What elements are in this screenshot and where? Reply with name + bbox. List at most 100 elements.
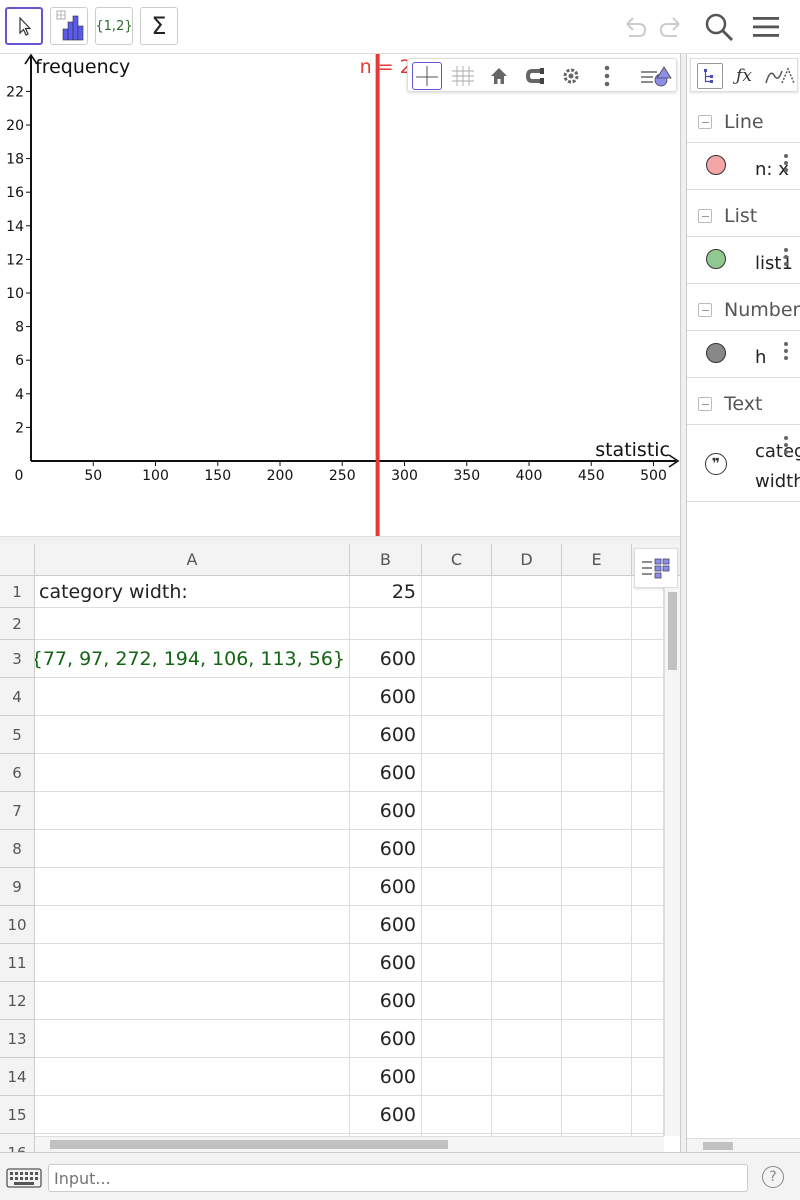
quote-icon[interactable]: ❞ xyxy=(705,453,727,475)
cell-b[interactable]: 600 xyxy=(350,1058,422,1096)
cell-empty[interactable] xyxy=(492,944,562,982)
row-header[interactable]: 2 xyxy=(0,608,35,640)
cell-empty[interactable] xyxy=(492,830,562,868)
cell-a[interactable] xyxy=(35,982,350,1020)
redo-button[interactable] xyxy=(655,10,689,44)
collapse-icon[interactable] xyxy=(698,303,712,317)
create-list-tool-button[interactable]: {1,2} xyxy=(95,7,133,45)
cell-empty[interactable] xyxy=(632,868,664,906)
auxiliary-objects-button[interactable] xyxy=(763,63,797,89)
sort-by-button[interactable] xyxy=(697,63,723,89)
cell-empty[interactable] xyxy=(562,830,632,868)
cell-b[interactable]: 600 xyxy=(350,792,422,830)
sum-tool-button[interactable]: Σ xyxy=(140,7,178,45)
column-header-c[interactable]: C xyxy=(422,544,492,576)
item-menu-button[interactable] xyxy=(783,435,789,459)
cell-empty[interactable] xyxy=(422,716,492,754)
cell-empty[interactable] xyxy=(632,678,664,716)
cell-empty[interactable] xyxy=(492,868,562,906)
graphics-view[interactable]: 0 50 100 150 200 250 300 350 400 450 500 2 4 6 8 10 12 14… xyxy=(0,54,680,536)
cell-empty[interactable] xyxy=(632,982,664,1020)
toggle-axes-button[interactable] xyxy=(412,62,442,90)
cell-empty[interactable] xyxy=(562,1058,632,1096)
algebra-item-line-n[interactable]: n: x xyxy=(687,142,800,190)
two-variable-regression-tool-button[interactable] xyxy=(50,7,88,45)
item-menu-button[interactable] xyxy=(783,247,789,271)
cell-a[interactable] xyxy=(35,830,350,868)
row-header[interactable]: 3 xyxy=(0,640,35,678)
cell-a[interactable] xyxy=(35,678,350,716)
algebra-description-button[interactable]: ƒx xyxy=(731,63,757,89)
cell-a[interactable] xyxy=(35,716,350,754)
cell-empty[interactable] xyxy=(562,792,632,830)
cell-empty[interactable] xyxy=(632,754,664,792)
cell-empty[interactable] xyxy=(632,1096,664,1134)
input-field[interactable] xyxy=(48,1164,748,1192)
collapse-icon[interactable] xyxy=(698,115,712,129)
undo-button[interactable] xyxy=(617,10,651,44)
cell-b[interactable]: 600 xyxy=(350,640,422,678)
sheet-vertical-scrollbar[interactable] xyxy=(664,588,680,1136)
cell-empty[interactable] xyxy=(562,944,632,982)
algebra-group-line[interactable]: Line xyxy=(687,102,800,142)
cell-a[interactable] xyxy=(35,1020,350,1058)
cell-empty[interactable] xyxy=(632,944,664,982)
column-header-e[interactable]: E xyxy=(562,544,632,576)
point-capturing-button[interactable] xyxy=(520,62,550,90)
cell-empty[interactable] xyxy=(422,576,492,608)
cell-empty[interactable] xyxy=(492,982,562,1020)
item-menu-button[interactable] xyxy=(783,153,789,177)
algebra-group-text[interactable]: Text xyxy=(687,384,800,424)
algebra-group-number[interactable]: Number xyxy=(687,290,800,330)
row-header[interactable]: 4 xyxy=(0,678,35,716)
cell-empty[interactable] xyxy=(422,830,492,868)
cell-empty[interactable] xyxy=(632,1058,664,1096)
cell-empty[interactable] xyxy=(422,792,492,830)
cell-empty[interactable] xyxy=(422,906,492,944)
visibility-marble-icon[interactable] xyxy=(706,249,726,269)
cell-empty[interactable] xyxy=(562,906,632,944)
collapse-icon[interactable] xyxy=(698,209,712,223)
cell-empty[interactable] xyxy=(492,1096,562,1134)
cell-b[interactable]: 600 xyxy=(350,1020,422,1058)
cell-b[interactable]: 600 xyxy=(350,982,422,1020)
cell-a[interactable] xyxy=(35,868,350,906)
cell-a[interactable]: category width: xyxy=(35,576,350,608)
sheet-horizontal-scrollbar[interactable] xyxy=(35,1136,664,1152)
row-header[interactable]: 11 xyxy=(0,944,35,982)
main-menu-button[interactable] xyxy=(749,10,783,44)
row-header[interactable]: 10 xyxy=(0,906,35,944)
cell-empty[interactable] xyxy=(562,754,632,792)
row-header[interactable]: 15 xyxy=(0,1096,35,1134)
cell-b[interactable]: 600 xyxy=(350,716,422,754)
cell-empty[interactable] xyxy=(492,716,562,754)
cell-empty[interactable] xyxy=(632,640,664,678)
cell-empty[interactable] xyxy=(422,982,492,1020)
algebra-item-text[interactable]: ❞ categ width xyxy=(687,424,800,502)
row-header[interactable]: 12 xyxy=(0,982,35,1020)
cell-empty[interactable] xyxy=(422,608,492,640)
cell-empty[interactable] xyxy=(492,1020,562,1058)
keyboard-button[interactable] xyxy=(4,1163,44,1193)
move-tool-button[interactable] xyxy=(5,7,43,45)
cell-empty[interactable] xyxy=(632,792,664,830)
view-splitter[interactable] xyxy=(0,536,680,544)
input-help-button[interactable]: ? xyxy=(762,1166,784,1188)
cell-empty[interactable] xyxy=(492,576,562,608)
graphics-settings-button[interactable] xyxy=(556,62,586,90)
search-button[interactable] xyxy=(702,10,736,44)
cell-empty[interactable] xyxy=(492,608,562,640)
row-header[interactable]: 8 xyxy=(0,830,35,868)
spreadsheet-style-bar-toggle[interactable] xyxy=(634,548,678,588)
row-header[interactable]: 13 xyxy=(0,1020,35,1058)
sheet-corner[interactable] xyxy=(0,544,35,576)
cell-a[interactable] xyxy=(35,754,350,792)
row-header[interactable]: 14 xyxy=(0,1058,35,1096)
cell-b[interactable]: 600 xyxy=(350,754,422,792)
cell-a[interactable] xyxy=(35,1096,350,1134)
column-header-a[interactable]: A xyxy=(35,544,350,576)
cell-empty[interactable] xyxy=(422,678,492,716)
algebra-horizontal-scrollbar[interactable] xyxy=(687,1138,800,1152)
cell-empty[interactable] xyxy=(492,678,562,716)
cell-a[interactable] xyxy=(35,906,350,944)
